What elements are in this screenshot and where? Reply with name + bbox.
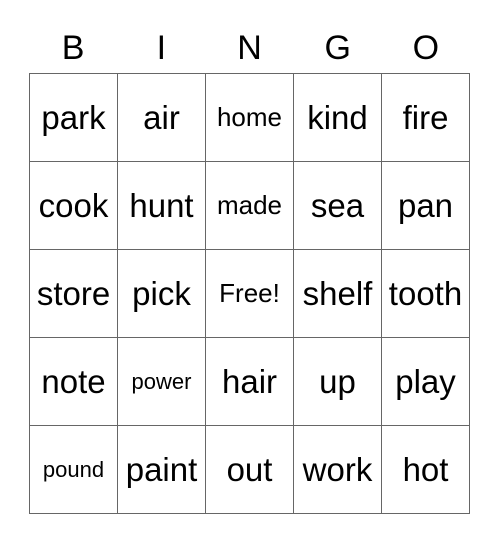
header-letter-b: B xyxy=(61,29,85,67)
bingo-cell[interactable]: air xyxy=(118,74,206,162)
bingo-cell[interactable]: out xyxy=(206,426,294,514)
bingo-cell[interactable]: up xyxy=(294,338,382,426)
bingo-cell[interactable]: park xyxy=(30,74,118,162)
bingo-cell[interactable]: fire xyxy=(382,74,470,162)
bingo-cell[interactable]: sea xyxy=(294,162,382,250)
bingo-cell[interactable]: pan xyxy=(382,162,470,250)
bingo-cell[interactable]: pick xyxy=(118,250,206,338)
bingo-header: B I N G O xyxy=(29,26,470,70)
bingo-cell[interactable]: store xyxy=(30,250,118,338)
bingo-cell[interactable]: paint xyxy=(118,426,206,514)
bingo-cell[interactable]: note xyxy=(30,338,118,426)
header-letter-n: N xyxy=(237,29,262,67)
header-letter-g: G xyxy=(324,29,351,67)
bingo-cell[interactable]: hunt xyxy=(118,162,206,250)
bingo-cell[interactable]: cook xyxy=(30,162,118,250)
bingo-cell[interactable]: power xyxy=(118,338,206,426)
bingo-cell[interactable]: hot xyxy=(382,426,470,514)
bingo-cell[interactable]: made xyxy=(206,162,294,250)
bingo-grid: park air home kind fire cook hunt made sea pan sto… xyxy=(29,73,470,514)
header-letter-o: O xyxy=(412,29,440,67)
bingo-cell[interactable]: pound xyxy=(30,426,118,514)
bingo-cell[interactable]: hair xyxy=(206,338,294,426)
header-letter-i: I xyxy=(156,29,167,67)
bingo-cell[interactable]: shelf xyxy=(294,250,382,338)
bingo-cell[interactable]: tooth xyxy=(382,250,470,338)
bingo-cell[interactable]: kind xyxy=(294,74,382,162)
free-space-cell[interactable]: Free! xyxy=(206,250,294,338)
bingo-cell[interactable]: home xyxy=(206,74,294,162)
bingo-cell[interactable]: play xyxy=(382,338,470,426)
bingo-cell[interactable]: work xyxy=(294,426,382,514)
